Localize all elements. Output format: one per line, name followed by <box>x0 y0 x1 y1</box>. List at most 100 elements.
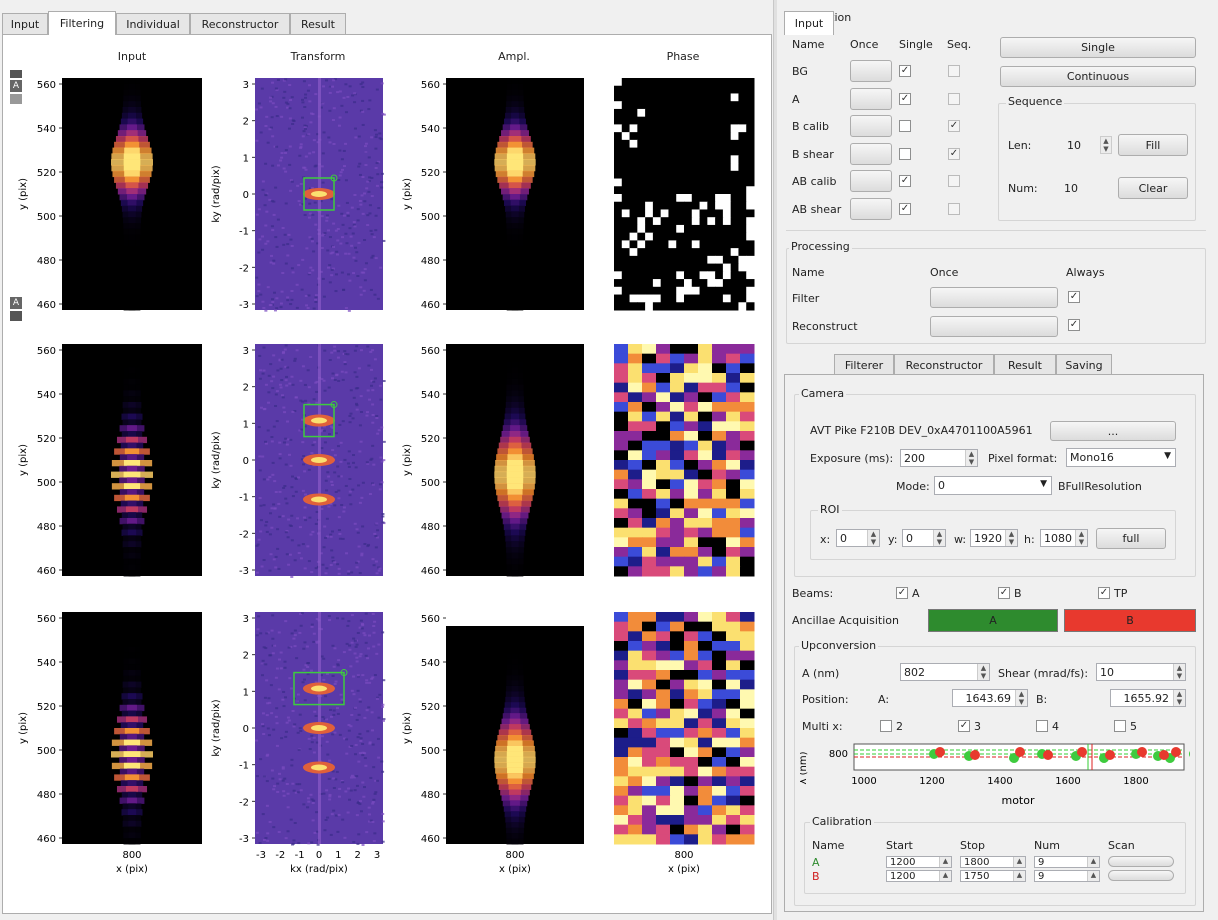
tab-input[interactable]: Input <box>2 13 48 35</box>
acq-single-checkbox[interactable] <box>899 120 911 132</box>
multi-4-checkbox[interactable] <box>1036 720 1048 732</box>
plot-phase-1[interactable] <box>566 336 766 628</box>
y-tick-label: -1 <box>239 227 249 238</box>
tab-filtering[interactable]: Filtering <box>48 11 116 35</box>
roi-x-spinbox[interactable]: 0 ▲ ▼ <box>836 529 880 547</box>
acq-once-button[interactable] <box>850 142 892 165</box>
acq-seq-checkbox[interactable] <box>948 65 960 77</box>
acq-single-checkbox[interactable]: ✓ <box>899 175 911 187</box>
right-tab-input[interactable]: Input <box>784 11 834 35</box>
upc-shear-spinbox[interactable]: 10 ▲ ▼ <box>1096 663 1186 681</box>
spin-arrows-icon[interactable]: ▲ ▼ <box>1015 690 1027 706</box>
fill-button[interactable]: Fill <box>1118 134 1188 156</box>
cal-start-spinbox[interactable]: 1200 ▲ <box>886 856 952 868</box>
spin-arrows-icon[interactable]: ▲ ▼ <box>1075 530 1087 546</box>
roi-h-spinbox[interactable]: 1080 ▲ ▼ <box>1040 529 1088 547</box>
camera-browse-button[interactable]: ... <box>1050 421 1176 441</box>
spin-arrows-icon[interactable]: ▲ <box>939 871 951 881</box>
acq-once-button[interactable] <box>850 60 892 82</box>
continuous-button[interactable]: Continuous <box>1000 66 1196 87</box>
plot-transform-1[interactable]: 3 2 1 0 -1 -2 -3 ky (rad/pix) <box>207 336 395 628</box>
upc-pos-a-spinbox[interactable]: 1643.69 ▲ ▼ <box>952 689 1028 707</box>
spin-arrows-icon[interactable]: ▲ ▼ <box>965 450 977 466</box>
right-tab-filterer[interactable]: Filterer <box>834 354 894 376</box>
beam-tp-checkbox[interactable]: ✓ <box>1098 587 1110 599</box>
spin-arrows-icon[interactable]: ▲ <box>1087 871 1099 881</box>
calib-point-b <box>1137 747 1147 757</box>
acq-seq-checkbox[interactable]: ✓ <box>948 120 960 132</box>
upc-a-spinbox[interactable]: 802 ▲ ▼ <box>900 663 990 681</box>
cal-scan-button[interactable] <box>1108 870 1174 881</box>
multi-2-checkbox[interactable] <box>880 720 892 732</box>
cal-start-spinbox[interactable]: 1200 ▲ <box>886 870 952 882</box>
acq-seq-checkbox[interactable]: ✓ <box>948 147 960 160</box>
cal-stop-spinbox[interactable]: 1800 ▲ <box>960 856 1026 868</box>
spin-arrows-icon[interactable]: ▲ ▼ <box>867 530 879 546</box>
beam-a-checkbox[interactable]: ✓ <box>896 587 908 599</box>
acq-single-checkbox[interactable]: ✓ <box>899 65 911 77</box>
plot-phase-2[interactable]: 800 x (pix) <box>566 604 766 896</box>
right-tab-saving[interactable]: Saving <box>1056 354 1112 376</box>
ancillae-a-button[interactable]: A <box>928 609 1058 632</box>
beam-b-checkbox[interactable]: ✓ <box>998 587 1010 599</box>
plot-transform-0[interactable]: 3 2 1 0 -1 -2 -3 ky (rad/pix) <box>207 70 395 362</box>
acq-single-checkbox[interactable]: ✓ <box>899 92 911 105</box>
plot-input-2[interactable]: 560 540 520 500 480 460 y (pix) 800 x (pix) <box>14 604 214 896</box>
proc-filter-once-button[interactable] <box>930 287 1058 308</box>
cal-num-spinbox[interactable]: 9 ▲ <box>1034 870 1100 882</box>
roi-w-spinbox[interactable]: 1920 ▲ ▼ <box>970 529 1018 547</box>
exposure-spinbox[interactable]: 200 ▲ ▼ <box>900 449 978 467</box>
spin-arrows-icon[interactable]: ▲ <box>1013 871 1025 881</box>
spin-arrows-icon[interactable]: ▲ <box>939 857 951 867</box>
acq-once-button[interactable] <box>850 87 892 110</box>
plot-input-0[interactable]: 560 540 520 500 480 460 y (pix) <box>14 70 214 362</box>
spin-arrows-icon[interactable]: ▲ ▼ <box>1173 690 1185 706</box>
spin-arrows-icon[interactable]: ▲ ▼ <box>1100 136 1112 154</box>
spin-arrows-icon[interactable]: ▲ <box>1013 857 1025 867</box>
roi-h-value: 1080 <box>1044 531 1072 545</box>
acq-seq-checkbox[interactable] <box>948 202 960 215</box>
roi-full-button[interactable]: full <box>1096 528 1166 549</box>
right-tab-reconstructor[interactable]: Reconstructor <box>894 354 994 376</box>
spin-arrows-icon[interactable]: ▲ ▼ <box>977 664 989 680</box>
roi-w-label: w: <box>954 533 967 546</box>
spin-arrows-icon[interactable]: ▲ ▼ <box>1173 664 1185 680</box>
tab-result[interactable]: Result <box>290 13 346 35</box>
proc-filter-always-checkbox[interactable]: ✓ <box>1068 291 1080 303</box>
upc-pos-b-spinbox[interactable]: 1655.92 ▲ ▼ <box>1110 689 1186 707</box>
splitter[interactable] <box>773 0 777 920</box>
acq-seq-checkbox[interactable] <box>948 175 960 187</box>
y-tick-label: 1 <box>243 153 249 164</box>
plot-phase-0[interactable] <box>566 70 766 362</box>
single-button[interactable]: Single <box>1000 37 1196 58</box>
spin-arrows-icon[interactable]: ▲ ▼ <box>1005 530 1017 546</box>
plot-input-1[interactable]: 560 540 520 500 480 460 y (pix) <box>14 336 214 628</box>
tab-individual[interactable]: Individual <box>116 13 190 35</box>
ancillae-b-button[interactable]: B <box>1064 609 1196 632</box>
proc-reconstruct-once-button[interactable] <box>930 316 1058 337</box>
acq-once-button[interactable] <box>850 170 892 192</box>
acq-once-button[interactable] <box>850 197 892 220</box>
right-tab-result[interactable]: Result <box>994 354 1056 376</box>
seq-len-spinbox[interactable]: 10 ▲ ▼ <box>1064 136 1112 154</box>
acq-once-button[interactable] <box>850 115 892 137</box>
spin-arrows-icon[interactable]: ▲ ▼ <box>933 530 945 546</box>
multi-3-checkbox[interactable]: ✓ <box>958 720 970 732</box>
tab-reconstructor[interactable]: Reconstructor <box>190 13 290 35</box>
clear-button[interactable]: Clear <box>1118 177 1188 199</box>
multi-5-checkbox[interactable] <box>1114 720 1126 732</box>
cal-stop-spinbox[interactable]: 1750 ▲ <box>960 870 1026 882</box>
mode-combo[interactable]: 0 ▼ <box>934 476 1052 495</box>
y-tick-label: -2 <box>239 797 249 808</box>
proc-reconstruct-always-checkbox[interactable]: ✓ <box>1068 319 1080 331</box>
acq-single-checkbox[interactable] <box>899 147 911 160</box>
spin-arrows-icon[interactable]: ▲ <box>1087 857 1099 867</box>
acq-seq-checkbox[interactable] <box>948 92 960 105</box>
y-tick-label: 2 <box>243 117 249 128</box>
plot-transform-2[interactable]: 3 2 1 0 -1 -2 -3 ky (rad/pix) -3 -2 -1 0 1 2 3 kx (rad/… <box>207 604 395 896</box>
acq-single-checkbox[interactable]: ✓ <box>899 202 911 215</box>
cal-num-spinbox[interactable]: 9 ▲ <box>1034 856 1100 868</box>
pixel-format-combo[interactable]: Mono16 ▼ <box>1066 448 1176 467</box>
roi-y-spinbox[interactable]: 0 ▲ ▼ <box>902 529 946 547</box>
cal-scan-button[interactable] <box>1108 856 1174 867</box>
